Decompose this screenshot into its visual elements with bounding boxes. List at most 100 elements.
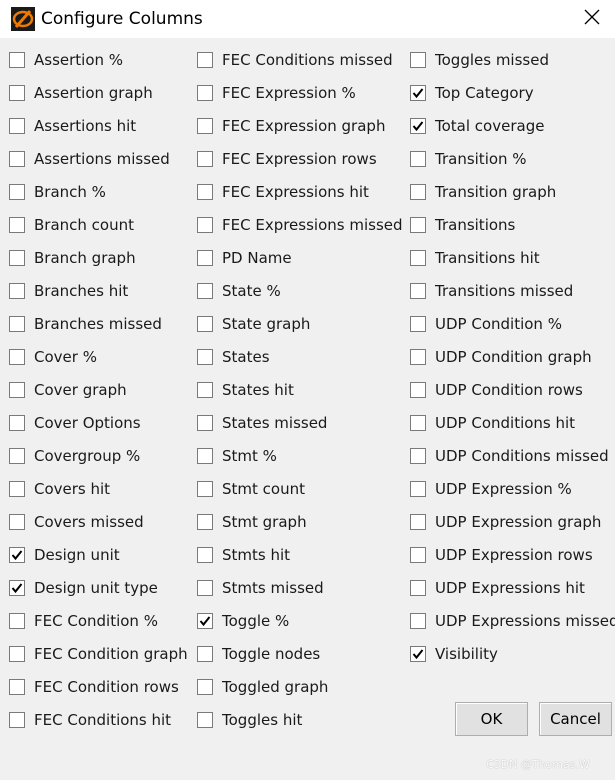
column-option[interactable]: Assertions hit xyxy=(9,116,136,136)
column-option[interactable]: Stmt % xyxy=(197,446,277,466)
checkbox[interactable] xyxy=(410,52,426,68)
checkbox[interactable] xyxy=(197,283,213,299)
column-option[interactable]: Stmts hit xyxy=(197,545,290,565)
checkbox[interactable] xyxy=(9,118,25,134)
checkbox[interactable] xyxy=(197,679,213,695)
ok-button[interactable]: OK xyxy=(455,702,528,736)
column-option[interactable]: UDP Expression rows xyxy=(410,545,593,565)
column-option[interactable]: Transition graph xyxy=(410,182,556,202)
column-option[interactable]: FEC Expression rows xyxy=(197,149,377,169)
column-option[interactable]: State graph xyxy=(197,314,310,334)
column-option[interactable]: Transition % xyxy=(410,149,527,169)
checkbox[interactable] xyxy=(410,316,426,332)
column-option[interactable]: UDP Condition rows xyxy=(410,380,583,400)
checkbox[interactable] xyxy=(197,481,213,497)
checkbox[interactable] xyxy=(197,646,213,662)
column-option[interactable]: UDP Conditions missed xyxy=(410,446,609,466)
column-option[interactable]: UDP Expression % xyxy=(410,479,572,499)
checkbox[interactable] xyxy=(9,151,25,167)
column-option[interactable]: States xyxy=(197,347,270,367)
checkbox[interactable] xyxy=(197,184,213,200)
column-option[interactable]: Toggles missed xyxy=(410,50,549,70)
checkbox[interactable] xyxy=(410,118,426,134)
checkbox[interactable] xyxy=(197,349,213,365)
checkbox[interactable] xyxy=(9,514,25,530)
column-option[interactable]: FEC Expressions hit xyxy=(197,182,369,202)
column-option[interactable]: Cover % xyxy=(9,347,97,367)
column-option[interactable]: FEC Expressions missed xyxy=(197,215,403,235)
column-option[interactable]: States hit xyxy=(197,380,294,400)
checkbox[interactable] xyxy=(9,283,25,299)
checkbox[interactable] xyxy=(410,184,426,200)
column-option[interactable]: Visibility xyxy=(410,644,498,664)
column-option[interactable]: Cover graph xyxy=(9,380,127,400)
close-button[interactable] xyxy=(569,0,615,38)
checkbox[interactable] xyxy=(410,382,426,398)
checkbox[interactable] xyxy=(410,580,426,596)
checkbox[interactable] xyxy=(197,712,213,728)
checkbox[interactable] xyxy=(9,316,25,332)
column-option[interactable]: Covers missed xyxy=(9,512,144,532)
column-option[interactable]: Transitions xyxy=(410,215,515,235)
checkbox[interactable] xyxy=(410,415,426,431)
column-option[interactable]: Stmt count xyxy=(197,479,305,499)
column-option[interactable]: State % xyxy=(197,281,281,301)
checkbox[interactable] xyxy=(9,646,25,662)
checkbox[interactable] xyxy=(410,349,426,365)
checkbox[interactable] xyxy=(197,217,213,233)
checkbox[interactable] xyxy=(197,151,213,167)
checkbox[interactable] xyxy=(9,217,25,233)
checkbox[interactable] xyxy=(9,52,25,68)
checkbox[interactable] xyxy=(410,85,426,101)
column-option[interactable]: UDP Expression graph xyxy=(410,512,601,532)
checkbox[interactable] xyxy=(410,151,426,167)
column-option[interactable]: Branch % xyxy=(9,182,106,202)
checkbox[interactable] xyxy=(9,580,25,596)
column-option[interactable]: Assertions missed xyxy=(9,149,170,169)
checkbox[interactable] xyxy=(410,283,426,299)
checkbox[interactable] xyxy=(9,85,25,101)
column-option[interactable]: Covergroup % xyxy=(9,446,140,466)
checkbox[interactable] xyxy=(9,679,25,695)
checkbox[interactable] xyxy=(410,547,426,563)
column-option[interactable]: FEC Expression graph xyxy=(197,116,385,136)
column-option[interactable]: UDP Conditions hit xyxy=(410,413,575,433)
column-option[interactable]: Toggles hit xyxy=(197,710,302,730)
checkbox[interactable] xyxy=(410,217,426,233)
column-option[interactable]: FEC Expression % xyxy=(197,83,356,103)
checkbox[interactable] xyxy=(410,646,426,662)
checkbox[interactable] xyxy=(197,448,213,464)
checkbox[interactable] xyxy=(197,250,213,266)
column-option[interactable]: UDP Expressions hit xyxy=(410,578,585,598)
checkbox[interactable] xyxy=(197,382,213,398)
checkbox[interactable] xyxy=(9,184,25,200)
column-option[interactable]: Transitions missed xyxy=(410,281,573,301)
checkbox[interactable] xyxy=(9,712,25,728)
checkbox[interactable] xyxy=(9,250,25,266)
column-option[interactable]: UDP Condition graph xyxy=(410,347,592,367)
checkbox[interactable] xyxy=(197,52,213,68)
column-option[interactable]: States missed xyxy=(197,413,327,433)
column-option[interactable]: Branches missed xyxy=(9,314,162,334)
checkbox[interactable] xyxy=(197,613,213,629)
checkbox[interactable] xyxy=(9,349,25,365)
checkbox[interactable] xyxy=(197,415,213,431)
column-option[interactable]: Branch graph xyxy=(9,248,136,268)
column-option[interactable]: UDP Condition % xyxy=(410,314,562,334)
column-option[interactable]: FEC Condition % xyxy=(9,611,158,631)
checkbox[interactable] xyxy=(410,613,426,629)
checkbox[interactable] xyxy=(410,448,426,464)
checkbox[interactable] xyxy=(410,481,426,497)
column-option[interactable]: Top Category xyxy=(410,83,534,103)
checkbox[interactable] xyxy=(197,547,213,563)
checkbox[interactable] xyxy=(197,580,213,596)
column-option[interactable]: Assertion graph xyxy=(9,83,153,103)
checkbox[interactable] xyxy=(9,547,25,563)
column-option[interactable]: Covers hit xyxy=(9,479,110,499)
checkbox[interactable] xyxy=(9,481,25,497)
column-option[interactable]: Branches hit xyxy=(9,281,128,301)
column-option[interactable]: Assertion % xyxy=(9,50,123,70)
checkbox[interactable] xyxy=(9,613,25,629)
column-option[interactable]: FEC Conditions hit xyxy=(9,710,171,730)
column-option[interactable]: FEC Condition graph xyxy=(9,644,188,664)
